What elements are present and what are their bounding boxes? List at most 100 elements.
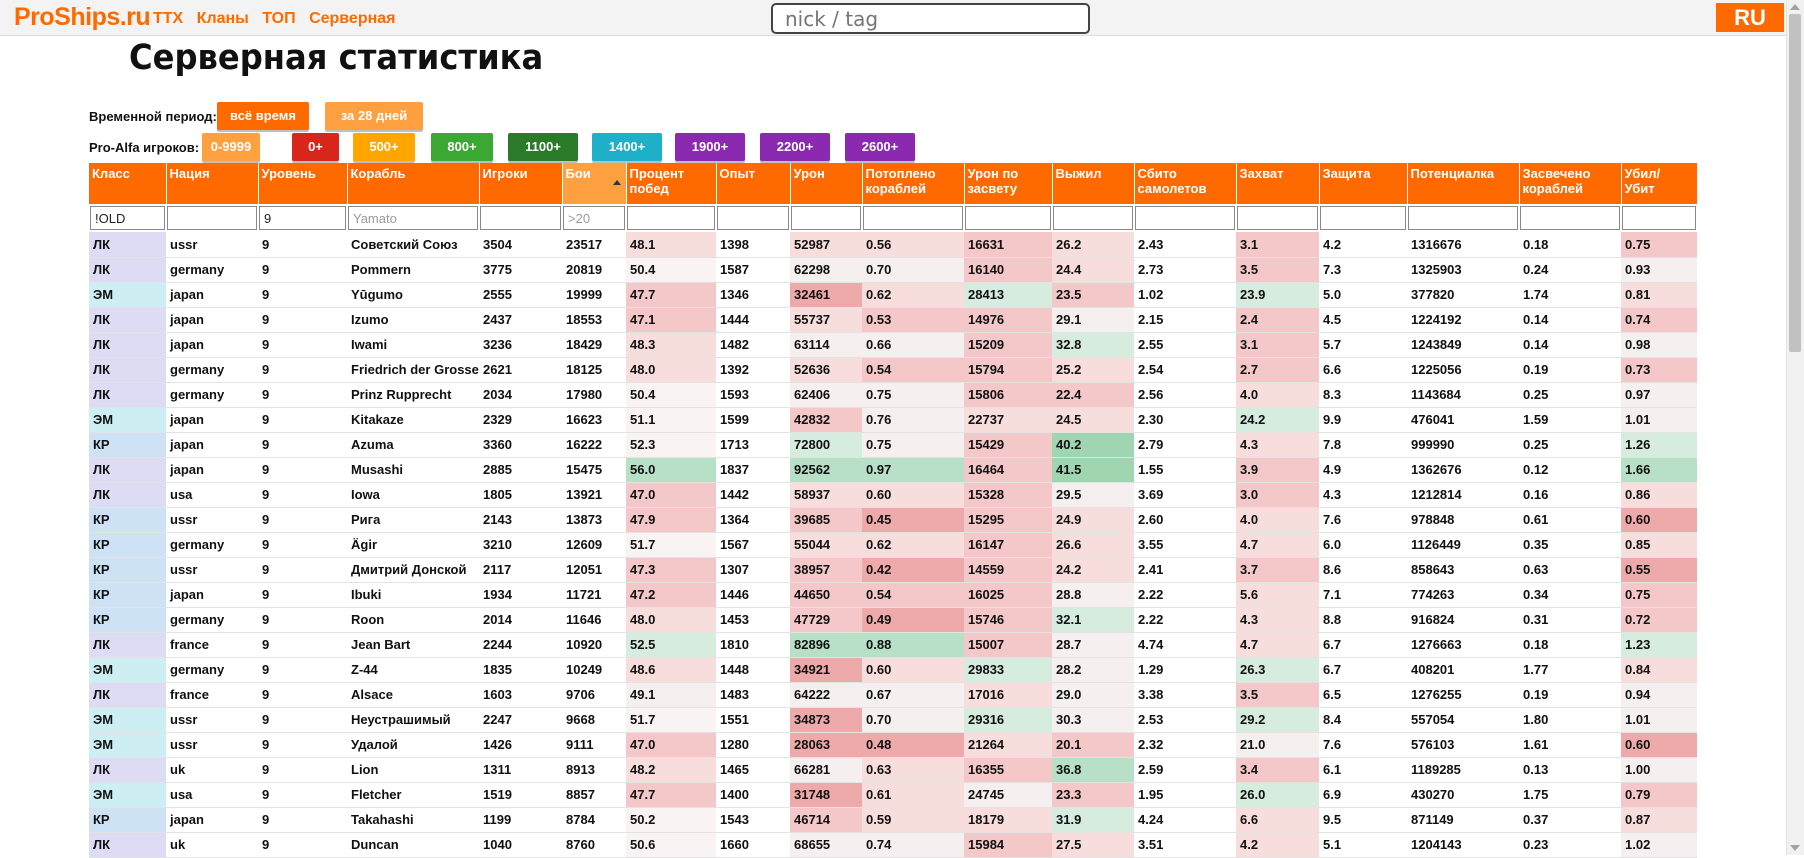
filter-input-10[interactable] — [965, 206, 1051, 230]
proalfa-button-1[interactable]: 0+ — [292, 133, 339, 161]
filter-input-8[interactable] — [791, 206, 861, 230]
cell-3[interactable]: Iowa — [347, 482, 479, 508]
table-row[interactable]: ЭМ ussr 9 Неустрашимый 2247 9668 51.7 1551 34873… — [89, 707, 1697, 733]
table-row[interactable]: ЭМ usa 9 Fletcher 1519 8857 47.7 1400 31748 0.61 2… — [89, 782, 1697, 808]
table-row[interactable]: КР japan 9 Ibuki 1934 11721 47.2 1446 44650 0.54 1… — [89, 582, 1697, 608]
proalfa-button-3[interactable]: 800+ — [431, 133, 493, 161]
nav-top[interactable]: ТОП — [262, 10, 295, 27]
table-row[interactable]: ЛК france 9 Jean Bart 2244 10920 52.5 1810 82896… — [89, 632, 1697, 658]
period-button-0[interactable]: всё время — [217, 102, 309, 130]
column-header-15[interactable]: Потенциалка — [1407, 163, 1520, 204]
cell-3[interactable]: Советский Союз — [347, 232, 479, 258]
column-header-3[interactable]: Корабль — [347, 163, 480, 204]
column-header-16[interactable]: Засвечено кораблей — [1519, 163, 1622, 204]
filter-input-2[interactable] — [259, 206, 346, 230]
search-input[interactable] — [771, 3, 1090, 34]
table-row[interactable]: ЛК usa 9 Iowa 1805 13921 47.0 1442 58937 0.60 1532… — [89, 482, 1697, 508]
column-header-6[interactable]: Процент побед — [626, 163, 717, 204]
table-row[interactable]: ЛК germany 9 Prinz Rupprecht 2034 17980 50.4 15… — [89, 382, 1697, 408]
proalfa-button-8[interactable]: 2600+ — [845, 133, 915, 161]
cell-3[interactable]: Неустрашимый — [347, 707, 479, 733]
column-header-8[interactable]: Урон — [790, 163, 863, 204]
column-header-1[interactable]: Нация — [166, 163, 259, 204]
cell-3[interactable]: Удалой — [347, 732, 479, 758]
cell-3[interactable]: Jean Bart — [347, 632, 479, 658]
filter-input-7[interactable] — [717, 206, 789, 230]
cell-3[interactable]: Yūgumo — [347, 282, 479, 308]
filter-input-0[interactable] — [90, 206, 165, 230]
filter-input-9[interactable] — [863, 206, 963, 230]
cell-3[interactable]: Lion — [347, 757, 479, 783]
proalfa-button-0[interactable]: 0-9999 — [202, 133, 260, 161]
nav-clans[interactable]: Кланы — [197, 10, 249, 27]
table-row[interactable]: ЛК japan 9 Iwami 3236 18429 48.3 1482 63114 0.66 1… — [89, 332, 1697, 358]
cell-3[interactable]: Musashi — [347, 457, 479, 483]
proalfa-button-2[interactable]: 500+ — [353, 133, 415, 161]
table-row[interactable]: КР japan 9 Takahashi 1199 8784 50.2 1543 46714 0.… — [89, 807, 1697, 833]
proalfa-button-4[interactable]: 1100+ — [508, 133, 578, 161]
cell-3[interactable]: Дмитрий Донской — [347, 557, 479, 583]
proalfa-button-5[interactable]: 1400+ — [592, 133, 662, 161]
table-row[interactable]: КР ussr 9 Дмитрий Донской 2117 12051 47.3 1307 3… — [89, 557, 1697, 583]
column-header-17[interactable]: Убил/ Убит — [1621, 163, 1698, 204]
column-header-13[interactable]: Захват — [1236, 163, 1320, 204]
filter-input-12[interactable] — [1135, 206, 1235, 230]
column-header-14[interactable]: Защита — [1319, 163, 1408, 204]
proalfa-button-7[interactable]: 2200+ — [760, 133, 830, 161]
table-row[interactable]: ЛК germany 9 Pommern 3775 20819 50.4 1587 62298 0… — [89, 257, 1697, 283]
column-header-2[interactable]: Уровень — [258, 163, 348, 204]
cell-3[interactable]: Prinz Rupprecht — [347, 382, 479, 408]
column-header-12[interactable]: Сбито самолетов — [1134, 163, 1237, 204]
table-row[interactable]: ЛК ussr 9 Советский Союз 3504 23517 48.1 1398 52… — [89, 232, 1697, 258]
period-button-1[interactable]: за 28 дней — [325, 102, 423, 130]
cell-3[interactable]: Kitakaze — [347, 407, 479, 433]
cell-3[interactable]: Iwami — [347, 332, 479, 358]
column-header-0[interactable]: Класс — [89, 163, 167, 204]
cell-3[interactable]: Friedrich der Grosse — [347, 357, 479, 383]
filter-input-3[interactable] — [348, 206, 478, 230]
site-logo[interactable]: ProShips.ru — [14, 3, 151, 32]
filter-input-5[interactable] — [563, 206, 625, 230]
cell-3[interactable]: Takahashi — [347, 807, 479, 833]
filter-input-11[interactable] — [1053, 206, 1133, 230]
cell-3[interactable]: Fletcher — [347, 782, 479, 808]
table-row[interactable]: ЭМ ussr 9 Удалой 1426 9111 47.0 1280 28063 0.48 21… — [89, 732, 1697, 758]
cell-3[interactable]: Roon — [347, 607, 479, 633]
table-row[interactable]: КР japan 9 Azuma 3360 16222 52.3 1713 72800 0.75 1… — [89, 432, 1697, 458]
nav-server[interactable]: Серверная — [309, 10, 395, 27]
filter-input-1[interactable] — [167, 206, 257, 230]
table-row[interactable]: КР ussr 9 Рига 2143 13873 47.9 1364 39685 0.45 152… — [89, 507, 1697, 533]
cell-3[interactable]: Azuma — [347, 432, 479, 458]
table-row[interactable]: ЛК uk 9 Lion 1311 8913 48.2 1465 66281 0.63 16355 3… — [89, 757, 1697, 783]
cell-3[interactable]: Pommern — [347, 257, 479, 283]
nav-ttx[interactable]: ТТХ — [153, 10, 183, 27]
table-row[interactable]: ЭМ japan 9 Yūgumo 2555 19999 47.7 1346 32461 0.62… — [89, 282, 1697, 308]
filter-input-16[interactable] — [1520, 206, 1620, 230]
language-button[interactable]: RU — [1716, 3, 1784, 32]
column-header-9[interactable]: Потоплено кораблей — [862, 163, 965, 204]
cell-3[interactable]: Alsace — [347, 682, 479, 708]
column-header-5[interactable]: Бои — [562, 163, 627, 204]
table-row[interactable]: КР germany 9 Ägir 3210 12609 51.7 1567 55044 0.62… — [89, 532, 1697, 558]
proalfa-button-6[interactable]: 1900+ — [675, 133, 745, 161]
table-row[interactable]: ЛК uk 9 Duncan 1040 8760 50.6 1660 68655 0.74 1598… — [89, 832, 1697, 858]
column-header-11[interactable]: Выжил — [1052, 163, 1135, 204]
cell-3[interactable]: Z-44 — [347, 657, 479, 683]
cell-3[interactable]: Ägir — [347, 532, 479, 558]
table-row[interactable]: ЛК germany 9 Friedrich der Grosse 2621 18125 4… — [89, 357, 1697, 383]
table-row[interactable]: ЛК france 9 Alsace 1603 9706 49.1 1483 64222 0.67… — [89, 682, 1697, 708]
scroll-up-icon[interactable] — [1790, 4, 1800, 10]
table-row[interactable]: ЭМ germany 9 Z-44 1835 10249 48.6 1448 34921 0.60… — [89, 657, 1697, 683]
table-row[interactable]: ЭМ japan 9 Kitakaze 2329 16623 51.1 1599 42832 0.… — [89, 407, 1697, 433]
scroll-thumb[interactable] — [1789, 14, 1801, 352]
scroll-down-icon[interactable] — [1790, 845, 1800, 851]
filter-input-14[interactable] — [1320, 206, 1406, 230]
cell-3[interactable]: Ibuki — [347, 582, 479, 608]
table-row[interactable]: КР germany 9 Roon 2014 11646 48.0 1453 47729 0.49… — [89, 607, 1697, 633]
cell-3[interactable]: Рига — [347, 507, 479, 533]
cell-3[interactable]: Izumo — [347, 307, 479, 333]
filter-input-15[interactable] — [1408, 206, 1518, 230]
column-header-10[interactable]: Урон по засвету — [964, 163, 1053, 204]
column-header-7[interactable]: Опыт — [716, 163, 791, 204]
filter-input-4[interactable] — [480, 206, 561, 230]
